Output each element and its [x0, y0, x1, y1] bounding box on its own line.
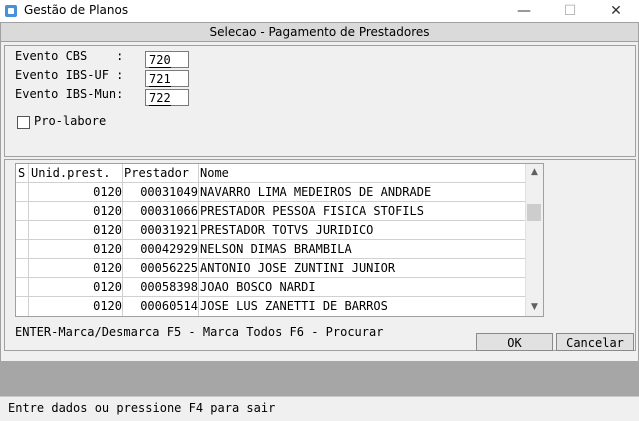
row-prestador: 00031049 — [140, 185, 198, 199]
header-unid[interactable]: Unid.prest. — [31, 164, 110, 183]
prolabore-label: Pro-labore — [34, 114, 107, 128]
row-prestador: 00058398 — [140, 280, 198, 294]
selection-dialog: Selecao - Pagamento de Prestadores Event… — [0, 22, 639, 362]
table-row[interactable]: 0120 00058398 JOAO BOSCO NARDI — [16, 277, 525, 297]
grid-divider — [198, 164, 199, 316]
app-icon — [5, 5, 17, 17]
cancel-button[interactable]: Cancelar — [556, 333, 634, 351]
close-button[interactable]: ✕ — [593, 0, 639, 22]
cbs-label: Evento CBS : — [15, 49, 124, 63]
row-unid: 0120 — [93, 261, 122, 275]
event-fields-panel: Evento CBS : 720 Evento IBS-UF : 721 Eve… — [4, 45, 636, 157]
provider-list-panel: S Unid.prest. Prestador Nome 0120 000310… — [4, 159, 636, 351]
row-nome: PRESTADOR TOTVS JURIDICO — [200, 223, 374, 237]
row-unid: 0120 — [93, 242, 122, 256]
grid-scrollbar[interactable]: ▲ ▼ — [525, 164, 543, 316]
scroll-down-icon[interactable]: ▼ — [526, 299, 543, 316]
table-row[interactable]: 0120 00056225 ANTONIO JOSE ZUNTINI JUNIO… — [16, 258, 525, 278]
row-nome: ANTONIO JOSE ZUNTINI JUNIOR — [200, 261, 396, 275]
row-prestador: 00031066 — [140, 204, 198, 218]
row-nome: NAVARRO LIMA MEDEIROS DE ANDRADE — [200, 185, 432, 199]
table-row[interactable]: 0120 00031921 PRESTADOR TOTVS JURIDICO — [16, 220, 525, 240]
dialog-button-bar: OK Cancelar — [4, 333, 634, 357]
row-unid: 0120 — [93, 280, 122, 294]
header-prestador[interactable]: Prestador — [124, 164, 189, 183]
status-text: Entre dados ou pressione F4 para sair — [8, 401, 276, 415]
row-nome: NELSON DIMAS BRAMBILA — [200, 242, 352, 256]
row-unid: 0120 — [93, 185, 122, 199]
row-prestador: 00056225 — [140, 261, 198, 275]
table-row[interactable]: 0120 00031066 PRESTADOR PESSOA FISICA ST… — [16, 201, 525, 221]
window-title: Gestão de Planos — [24, 3, 129, 17]
workspace-background — [0, 361, 639, 396]
ibs-uf-value: 721 — [149, 72, 171, 87]
row-prestador: 00031921 — [140, 223, 198, 237]
row-nome: JOAO BOSCO NARDI — [200, 280, 316, 294]
status-bar: Entre dados ou pressione F4 para sair — [0, 396, 639, 421]
cbs-value: 720 — [149, 53, 171, 68]
ibs-mun-field[interactable]: 722 — [145, 89, 189, 106]
row-nome: JOSE LUS ZANETTI DE BARROS — [200, 299, 388, 313]
table-row[interactable]: 0120 00031049 NAVARRO LIMA MEDEIROS DE A… — [16, 182, 525, 202]
ibs-mun-value: 722 — [149, 91, 171, 106]
ibs-uf-label: Evento IBS-UF : — [15, 68, 124, 82]
header-nome[interactable]: Nome — [200, 164, 229, 183]
row-nome: PRESTADOR PESSOA FISICA STOFILS — [200, 204, 424, 218]
window-titlebar: Gestão de Planos — ☐ ✕ — [0, 0, 639, 23]
provider-grid[interactable]: S Unid.prest. Prestador Nome 0120 000310… — [15, 163, 544, 317]
row-prestador: 00060514 — [140, 299, 198, 313]
row-unid: 0120 — [93, 299, 122, 313]
maximize-button[interactable]: ☐ — [547, 0, 593, 22]
row-unid: 0120 — [93, 204, 122, 218]
ibs-uf-field[interactable]: 721 — [145, 70, 189, 87]
grid-divider — [28, 164, 29, 316]
row-prestador: 00042929 — [140, 242, 198, 256]
minimize-button[interactable]: — — [501, 0, 547, 22]
prolabore-checkbox[interactable] — [17, 116, 30, 129]
cbs-field[interactable]: 720 — [145, 51, 189, 68]
ibs-mun-label: Evento IBS-Mun: — [15, 87, 124, 101]
grid-header: S Unid.prest. Prestador Nome — [16, 164, 525, 182]
ok-button[interactable]: OK — [476, 333, 553, 351]
dialog-title: Selecao - Pagamento de Prestadores — [1, 23, 638, 42]
table-row[interactable]: 0120 00042929 NELSON DIMAS BRAMBILA — [16, 239, 525, 259]
grid-divider — [122, 164, 123, 316]
scroll-up-icon[interactable]: ▲ — [526, 164, 543, 181]
scroll-thumb[interactable] — [527, 204, 541, 221]
table-row[interactable]: 0120 00060514 JOSE LUS ZANETTI DE BARROS — [16, 296, 525, 316]
row-unid: 0120 — [93, 223, 122, 237]
